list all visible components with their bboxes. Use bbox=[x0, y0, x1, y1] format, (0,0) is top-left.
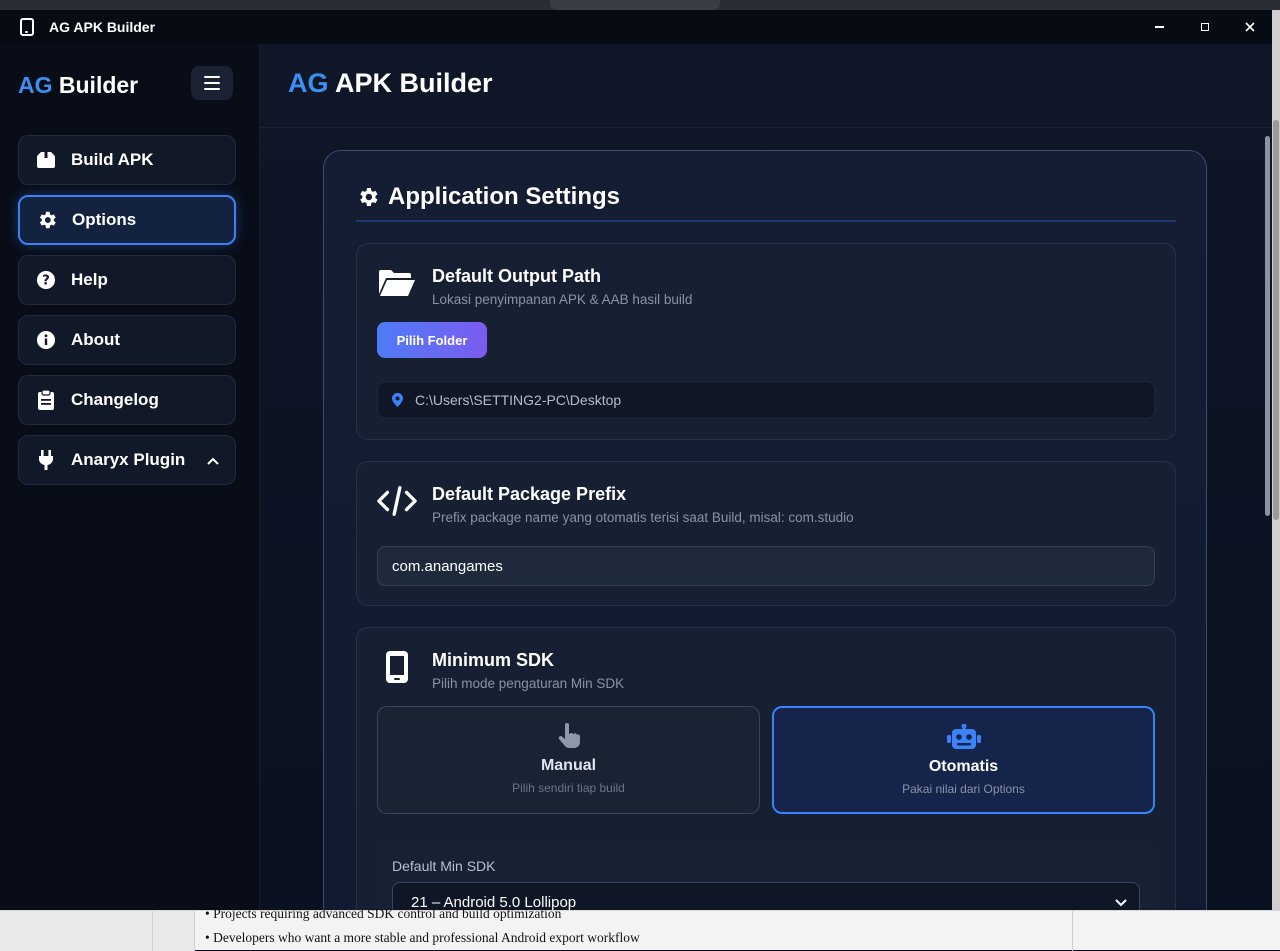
svg-text:?: ? bbox=[42, 274, 50, 289]
sidebar-brand: AG Builder bbox=[18, 72, 138, 99]
mode-manual-title: Manual bbox=[540, 757, 597, 774]
mode-manual-option[interactable]: Manual Pilih sendiri tiap build bbox=[377, 706, 760, 814]
sidebar-item-label: Build APK bbox=[71, 150, 154, 169]
column-divider bbox=[152, 911, 153, 951]
settings-title-label: Application Settings bbox=[388, 183, 621, 210]
sidebar-item-help[interactable]: ? Help bbox=[18, 255, 236, 305]
gear-icon bbox=[360, 188, 378, 206]
mode-otomatis-subtitle: Pakai nilai dari Options bbox=[902, 782, 1025, 796]
main-content: AG APK Builder Application Settings Defa… bbox=[260, 44, 1272, 910]
page-title: AG APK Builder bbox=[288, 68, 493, 99]
question-circle-icon: ? bbox=[35, 269, 57, 291]
title-suffix: APK Builder bbox=[335, 68, 493, 98]
code-icon bbox=[377, 484, 417, 518]
pointer-hand-icon bbox=[378, 723, 759, 749]
brand-prefix: AG bbox=[18, 72, 53, 98]
background-app-strip bbox=[0, 0, 1280, 10]
main-header: AG APK Builder bbox=[260, 44, 1272, 128]
default-min-sdk-box: Default Min SDK 21 – Android 5.0 Lollipo… bbox=[377, 840, 1155, 910]
location-pin-icon bbox=[392, 393, 403, 407]
hamburger-line bbox=[204, 82, 220, 84]
background-scroll-thumb bbox=[1273, 120, 1279, 520]
sidebar-item-label: Help bbox=[71, 270, 108, 289]
sidebar-item-anaryx-plugin[interactable]: Anaryx Plugin bbox=[18, 435, 236, 485]
sidebar-item-about[interactable]: About bbox=[18, 315, 236, 365]
settings-card: Application Settings Default Output Path… bbox=[323, 150, 1207, 910]
min-sdk-title: Minimum SDK bbox=[432, 650, 555, 670]
window-controls bbox=[1137, 10, 1272, 44]
background-right-panel bbox=[1072, 911, 1280, 951]
clipboard-icon bbox=[35, 389, 57, 411]
mode-otomatis-title: Otomatis bbox=[928, 758, 999, 775]
mode-manual-subtitle: Pilih sendiri tiap build bbox=[512, 781, 625, 795]
background-text-line: • Developers who want a more stable and … bbox=[205, 930, 640, 945]
package-prefix-title: Default Package Prefix bbox=[432, 484, 627, 504]
menu-toggle-button[interactable] bbox=[191, 66, 233, 100]
app-window: AG APK Builder AG Builder Build APK Opti… bbox=[0, 10, 1272, 910]
smartphone-icon bbox=[377, 650, 417, 684]
divider bbox=[356, 220, 1176, 222]
sidebar-item-label: Options bbox=[72, 210, 137, 229]
min-sdk-description: Pilih mode pengaturan Min SDK bbox=[432, 676, 625, 691]
background-tab bbox=[550, 0, 720, 10]
min-sdk-section: Minimum SDK Pilih mode pengaturan Min SD… bbox=[356, 627, 1176, 910]
close-button[interactable] bbox=[1227, 10, 1272, 44]
sidebar-item-changelog[interactable]: Changelog bbox=[18, 375, 236, 425]
background-left-panel bbox=[0, 911, 195, 951]
brand-suffix: Builder bbox=[58, 72, 139, 98]
background-app-scrollbar bbox=[1272, 10, 1280, 910]
sidebar: AG Builder Build APK Options ? Help Abou… bbox=[0, 44, 260, 910]
hamburger-line bbox=[204, 76, 220, 78]
maximize-icon bbox=[1200, 23, 1209, 31]
close-icon bbox=[1244, 22, 1255, 32]
chevron-up-icon[interactable] bbox=[207, 452, 219, 470]
maximize-button[interactable] bbox=[1182, 10, 1227, 44]
output-path-display: C:\Users\SETTING2-PC\Desktop bbox=[377, 381, 1155, 419]
box-icon bbox=[35, 149, 57, 171]
chevron-down-icon bbox=[1115, 899, 1127, 907]
window-title: AG APK Builder bbox=[49, 19, 156, 35]
robot-icon bbox=[774, 724, 1153, 750]
minimize-icon bbox=[1155, 26, 1164, 28]
hamburger-line bbox=[204, 88, 220, 90]
package-prefix-input[interactable]: com.anangames bbox=[377, 546, 1155, 586]
scrollbar-thumb[interactable] bbox=[1265, 136, 1270, 516]
title-prefix: AG bbox=[288, 68, 329, 98]
mode-otomatis-option[interactable]: Otomatis Pakai nilai dari Options bbox=[772, 706, 1155, 814]
phone-icon bbox=[20, 18, 34, 36]
default-min-sdk-label: Default Min SDK bbox=[392, 858, 496, 874]
background-text-line: • Projects requiring advanced SDK contro… bbox=[205, 906, 562, 921]
folder-open-icon bbox=[377, 266, 417, 300]
sidebar-item-label: Changelog bbox=[71, 390, 159, 409]
minimize-button[interactable] bbox=[1137, 10, 1182, 44]
plug-icon bbox=[35, 449, 57, 471]
info-circle-icon bbox=[35, 329, 57, 351]
package-prefix-section: Default Package Prefix Prefix package na… bbox=[356, 461, 1176, 606]
sidebar-item-label: Anaryx Plugin bbox=[71, 450, 186, 469]
output-path-value: C:\Users\SETTING2-PC\Desktop bbox=[415, 392, 622, 408]
package-prefix-description: Prefix package name yang otomatis terisi… bbox=[432, 510, 854, 525]
background-app-document: • Projects requiring advanced SDK contro… bbox=[0, 906, 1280, 951]
choose-folder-button[interactable]: Pilih Folder bbox=[377, 322, 487, 358]
sidebar-item-options[interactable]: Options bbox=[18, 195, 236, 245]
gear-icon bbox=[36, 209, 58, 231]
sidebar-item-label: About bbox=[71, 330, 121, 349]
title-bar: AG APK Builder bbox=[0, 10, 1272, 44]
sidebar-item-build-apk[interactable]: Build APK bbox=[18, 135, 236, 185]
output-path-section: Default Output Path Lokasi penyimpanan A… bbox=[356, 243, 1176, 440]
output-path-title: Default Output Path bbox=[432, 266, 601, 286]
output-path-description: Lokasi penyimpanan APK & AAB hasil build bbox=[432, 292, 693, 307]
main-scrollbar[interactable] bbox=[1264, 128, 1270, 910]
settings-title: Application Settings bbox=[356, 183, 620, 211]
